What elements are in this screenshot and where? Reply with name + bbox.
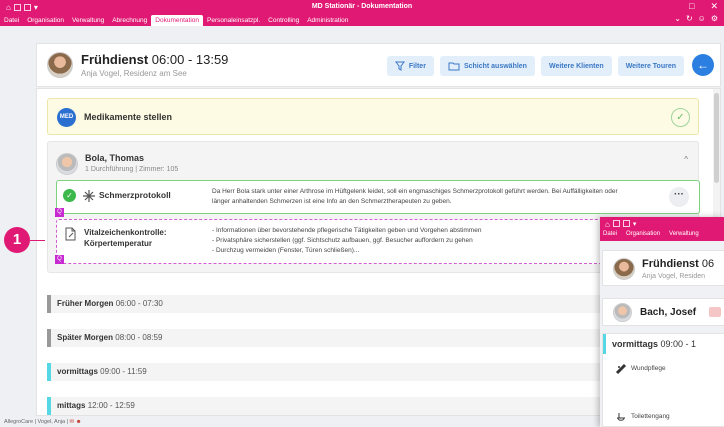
more-tours-button[interactable]: Weitere Touren: [617, 56, 684, 76]
filter-button[interactable]: Filter: [386, 56, 434, 76]
callout-badge: 1: [4, 227, 30, 253]
filter-label: Filter: [408, 62, 426, 70]
dropdown-icon[interactable]: ▾: [633, 220, 637, 229]
tag-icon: [709, 307, 721, 317]
shift-time: 08:00 - 08:59: [115, 333, 163, 342]
maximize-button[interactable]: □: [689, 1, 694, 12]
section-name: vormittags: [612, 339, 659, 349]
select-shift-label: Schicht auswählen: [463, 62, 527, 70]
shift-name: Früher Morgen: [57, 299, 114, 308]
menu-datei[interactable]: Datei: [603, 231, 617, 237]
chevron-down-icon[interactable]: ⌄: [674, 14, 681, 23]
secondary-shift-header: Frühdienst 06 Anja Vogel, Residen: [602, 250, 724, 286]
task-description: Da Herr Bola stark unter einer Arthrose …: [212, 188, 618, 205]
folder-icon: [448, 62, 460, 71]
shift-name: mittags: [57, 401, 86, 410]
scrollbar-thumb[interactable]: [714, 93, 719, 183]
pain-icon: [83, 190, 95, 202]
menu-abrechnung[interactable]: Abrechnung: [108, 15, 151, 26]
shift-time: 06:00 - 13:59: [151, 52, 229, 67]
select-shift-button[interactable]: Schicht auswählen: [439, 56, 535, 76]
client-info: 1 Durchführung | Zimmer: 105: [85, 166, 179, 173]
page-title: Frühdienst 06:00 - 13:59: [81, 52, 228, 67]
q-badge: Q: [55, 255, 64, 264]
menu-personaleinsatzplanung[interactable]: Personaleinsatzpl.: [203, 15, 264, 26]
shift-header: Frühdienst 06:00 - 13:59 Anja Vogel, Res…: [36, 43, 721, 87]
menu-verwaltung[interactable]: Verwaltung: [68, 15, 108, 26]
shift-name: Frühdienst: [642, 258, 699, 270]
save-icon[interactable]: [612, 220, 620, 227]
client-name: Bola, Thomas: [85, 153, 145, 163]
avatar: [47, 52, 73, 78]
close-button[interactable]: ✕: [710, 1, 718, 12]
shift-color-bar: [47, 295, 51, 313]
avatar: [613, 258, 635, 280]
shift-time: 09:00 - 11:59: [100, 367, 147, 376]
q-badge: Q: [55, 208, 64, 217]
completed-icon: ✓: [63, 189, 76, 202]
mail-icon[interactable]: ✉: [70, 419, 75, 425]
more-clients-button[interactable]: Weitere Klienten: [540, 56, 612, 76]
section-time: 09:00 - 1: [660, 339, 697, 349]
menu-datei[interactable]: Datei: [0, 15, 23, 26]
callout-line: [30, 240, 45, 241]
medication-label: Medikamente stellen: [84, 112, 173, 122]
task-item[interactable]: Toilettengang: [631, 413, 670, 420]
shift-name: vormittags: [57, 367, 98, 376]
medication-row[interactable]: MED Medikamente stellen ✓: [47, 98, 699, 135]
task-pain-protocol[interactable]: ✓ Schmerzprotokoll Da Herr Bola stark un…: [55, 180, 700, 217]
refresh-icon[interactable]: ↻: [686, 14, 693, 23]
page-subtitle: Anja Vogel, Residen: [642, 273, 706, 280]
menu-bar: Datei Organisation Verwaltung Abrechnung…: [0, 13, 352, 26]
toilet-icon: [617, 413, 625, 421]
filter-icon: [394, 61, 405, 71]
more-tours-label: Weitere Touren: [625, 62, 676, 70]
med-badge-icon: MED: [57, 108, 76, 127]
back-button[interactable]: ←: [692, 54, 714, 76]
menu-organisation[interactable]: Organisation: [626, 231, 660, 237]
secondary-window: ⌂ ▾ Datei Organisation Verwaltung Frühdi…: [600, 217, 724, 427]
description-line: - Informationen über bevorstehende pfleg…: [212, 227, 482, 234]
shift-name: Frühdienst: [81, 52, 149, 67]
description-line: - Privatsphäre sicherstellen (ggf. Sicht…: [212, 237, 473, 244]
collapse-icon[interactable]: ^: [684, 155, 688, 164]
task-item[interactable]: Wundpflege: [631, 365, 666, 372]
task-name: Schmerzprotokoll: [99, 190, 171, 200]
shift-time: 06:00 - 07:30: [115, 299, 163, 308]
user-group-icon[interactable]: ☻: [76, 419, 82, 425]
secondary-client-card[interactable]: Bach, Josef: [602, 298, 724, 326]
menu-dokumentation[interactable]: Dokumentation: [151, 15, 204, 26]
menu-administration[interactable]: Administration: [303, 15, 352, 26]
client-avatar: [56, 153, 78, 175]
menu-controlling[interactable]: Controlling: [264, 15, 303, 26]
status-text: AllegroCare | Vogel, Anja |: [4, 419, 69, 425]
shift-time: 06: [701, 258, 715, 270]
menu-organisation[interactable]: Organisation: [23, 15, 68, 26]
task-description: - Informationen über bevorstehende pfleg…: [212, 226, 632, 256]
secondary-shift-section: vormittags 09:00 - 1 Wundpflege Toilette…: [602, 333, 724, 427]
window-title: MD Stationär - Dokumentation: [311, 3, 413, 10]
shift-color-bar: [47, 329, 51, 347]
shift-time: 12:00 - 12:59: [87, 401, 135, 410]
more-options-button[interactable]: ···: [669, 187, 689, 207]
window-icon[interactable]: [622, 220, 630, 227]
description-line: - Durchzug vermeiden (Fenster, Türen sch…: [212, 247, 360, 254]
client-avatar: [613, 303, 632, 322]
client-name: Bach, Josef: [640, 307, 697, 318]
secondary-title-bar: ⌂ ▾ Datei Organisation Verwaltung: [600, 217, 724, 241]
shift-color-bar: [47, 363, 51, 381]
shift-color-bar: [47, 397, 51, 415]
page-subtitle: Anja Vogel, Residenz am See: [81, 69, 187, 78]
shift-name: Später Morgen: [57, 333, 114, 342]
document-edit-icon: [65, 227, 76, 241]
shift-color-bar: [603, 334, 606, 354]
bandage-icon: [615, 363, 627, 375]
more-clients-label: Weitere Klienten: [548, 62, 604, 70]
settings-icon[interactable]: ⚙: [711, 14, 718, 23]
task-name: Vitalzeichenkontrolle: Körpertemperatur: [84, 228, 167, 248]
check-icon[interactable]: ✓: [671, 108, 690, 127]
user-icon[interactable]: ☺: [698, 14, 706, 23]
home-icon[interactable]: ⌂: [605, 220, 610, 229]
menu-verwaltung[interactable]: Verwaltung: [669, 231, 699, 237]
